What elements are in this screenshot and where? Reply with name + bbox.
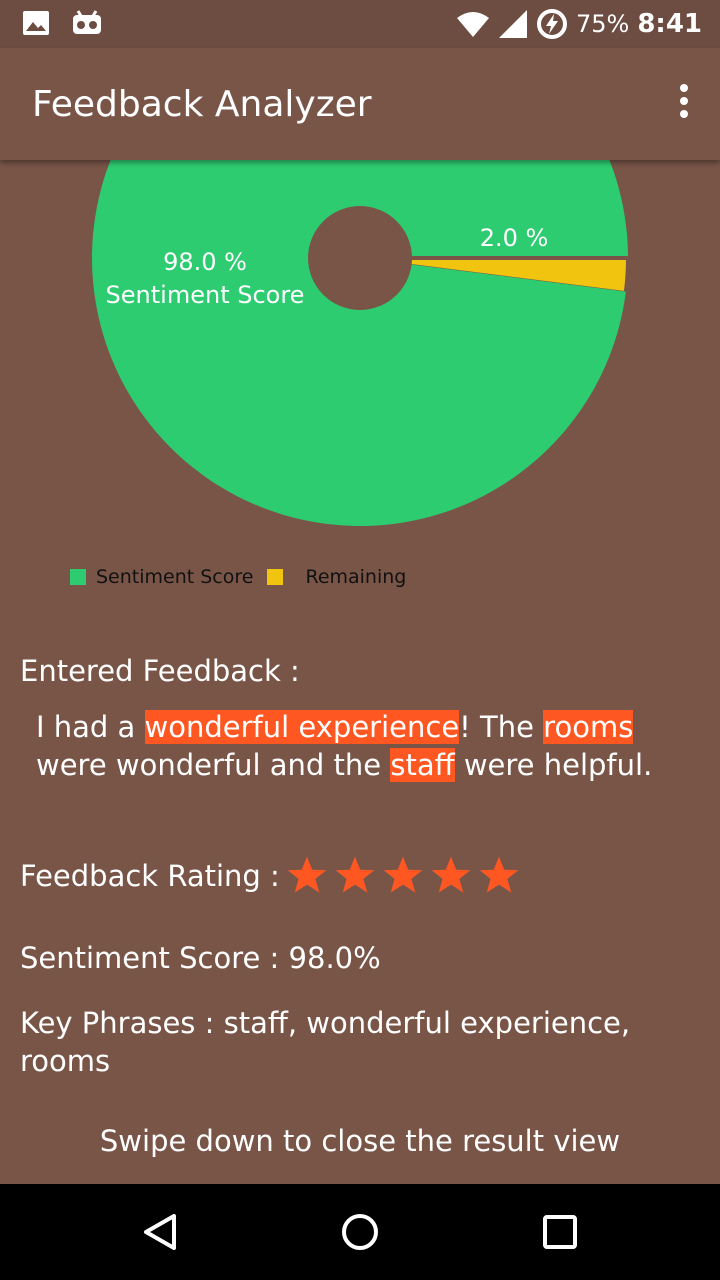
slice-label-sentiment-value: 98.0 % bbox=[163, 248, 247, 276]
battery-charging-icon bbox=[536, 9, 567, 39]
legend-label-remaining: Remaining bbox=[305, 566, 407, 588]
slice-label-remaining: 2.0 % bbox=[480, 224, 549, 252]
legend-swatch-sentiment bbox=[70, 569, 86, 585]
feedback-text: I had a wonderful experience! The rooms … bbox=[36, 708, 696, 784]
status-bar: 75% 8:41 bbox=[0, 0, 720, 48]
legend-label-sentiment: Sentiment Score bbox=[96, 566, 254, 588]
feedback-segment: were wonderful and the bbox=[36, 748, 391, 782]
home-icon[interactable] bbox=[340, 1212, 380, 1252]
key-phrase-highlight: staff bbox=[390, 748, 455, 782]
pie-hole bbox=[308, 206, 412, 310]
signal-icon bbox=[498, 10, 527, 38]
wifi-icon bbox=[456, 12, 489, 37]
legend-item-sentiment: Sentiment Score bbox=[70, 566, 253, 588]
app-bar: Feedback Analyzer bbox=[0, 48, 720, 160]
sentiment-pie-chart: 98.0 % Sentiment Score 2.0 % bbox=[92, 160, 632, 526]
recents-icon[interactable] bbox=[540, 1212, 580, 1252]
back-icon[interactable] bbox=[140, 1212, 180, 1252]
legend-swatch-remaining bbox=[267, 569, 284, 585]
legend-item-remaining: Remaining bbox=[267, 566, 406, 588]
star-icon bbox=[335, 856, 375, 893]
star-icon bbox=[383, 856, 423, 893]
navigation-bar bbox=[0, 1184, 720, 1280]
clock: 8:41 bbox=[637, 9, 702, 39]
rating-stars bbox=[286, 854, 520, 896]
star-icon bbox=[479, 856, 519, 893]
app-title: Feedback Analyzer bbox=[32, 84, 372, 125]
image-icon bbox=[23, 11, 49, 35]
star-icon bbox=[287, 856, 327, 893]
feedback-segment: I had a bbox=[36, 710, 145, 744]
chart-legend: Sentiment Score Remaining bbox=[70, 566, 420, 588]
swipe-hint: Swipe down to close the result view bbox=[99, 1124, 621, 1158]
rating-label: Feedback Rating : bbox=[20, 859, 280, 893]
star-icon bbox=[431, 856, 471, 893]
feedback-segment: were helpful. bbox=[454, 748, 653, 782]
key-phrases-text: Key Phrases : staff, wonderful experienc… bbox=[20, 1006, 631, 1078]
more-vert-icon[interactable] bbox=[674, 84, 694, 124]
slice-label-sentiment-name: Sentiment Score bbox=[106, 281, 305, 309]
voicemail-icon bbox=[73, 10, 101, 34]
sentiment-score-text: Sentiment Score : 98.0% bbox=[20, 941, 381, 975]
feedback-segment: ! The bbox=[459, 710, 544, 744]
battery-percent: 75% bbox=[575, 10, 630, 38]
key-phrase-highlight: wonderful experience bbox=[144, 710, 460, 744]
key-phrase-highlight: rooms bbox=[543, 710, 634, 744]
feedback-heading: Entered Feedback : bbox=[20, 654, 300, 688]
